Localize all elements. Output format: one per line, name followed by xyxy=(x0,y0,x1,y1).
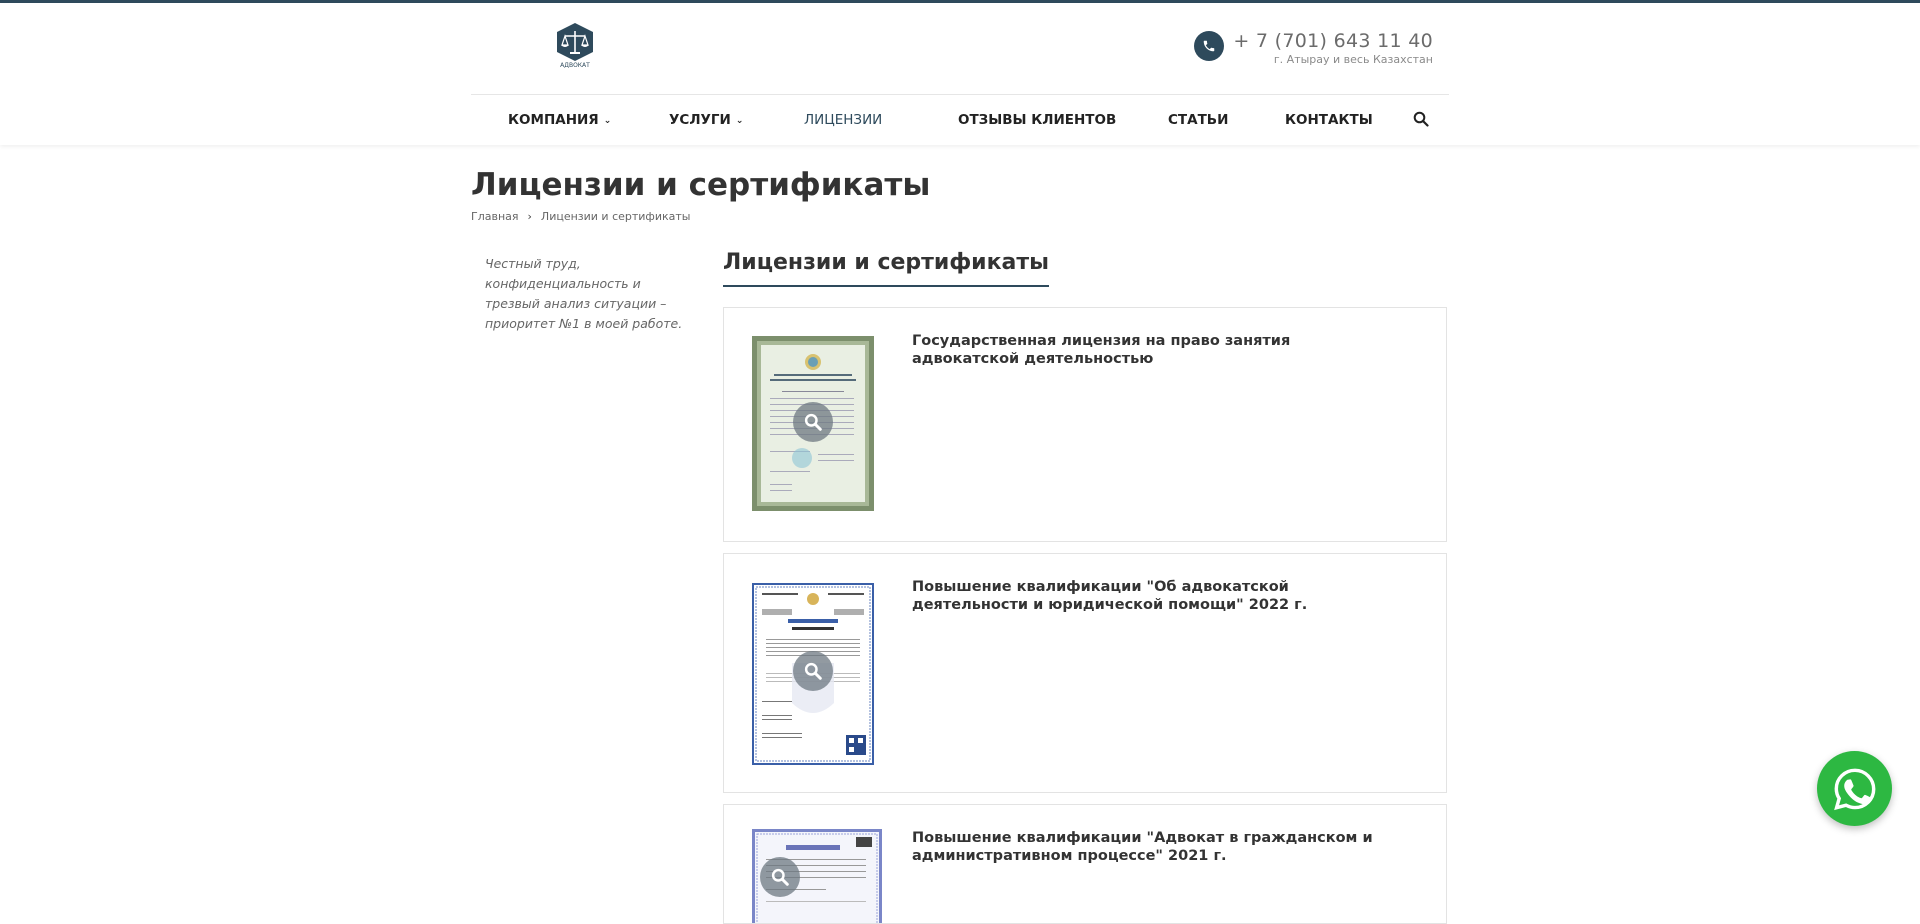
page-title: Лицензии и сертификаты xyxy=(471,167,931,203)
chevron-down-icon: ⌄ xyxy=(603,116,612,126)
site-logo[interactable]: АДВОКАТ xyxy=(551,21,599,69)
logo-text: АДВОКАТ xyxy=(560,62,590,69)
nav-item-articles[interactable]: СТАТЬИ xyxy=(1168,95,1228,145)
zoom-icon[interactable] xyxy=(793,651,833,691)
nav-label-reviews: ОТЗЫВЫ КЛИЕНТОВ xyxy=(958,112,1117,128)
zoom-icon[interactable] xyxy=(760,857,800,897)
search-icon[interactable] xyxy=(1413,111,1431,129)
nav-label-contacts: КОНТАКТЫ xyxy=(1285,112,1373,128)
certificate-card: Повышение квалификации "Адвокат в гражда… xyxy=(723,804,1447,924)
site-header: АДВОКАТ + 7 (701) 643 11 40 г. Атырау и … xyxy=(0,3,1920,145)
nav-item-licenses[interactable]: ЛИЦЕНЗИИ xyxy=(804,95,882,145)
license-card: Государственная лицензия на право заняти… xyxy=(723,307,1447,542)
main-nav: КОМПАНИЯ ⌄ УСЛУГИ ⌄ ЛИЦЕНЗИИ ОТЗЫВЫ КЛИЕНТ… xyxy=(471,94,1449,145)
certificate-card: Повышение квалификации "Об адвокатской д… xyxy=(723,553,1447,793)
nav-item-contacts[interactable]: КОНТАКТЫ xyxy=(1285,95,1373,145)
header-container: АДВОКАТ + 7 (701) 643 11 40 г. Атырау и … xyxy=(471,3,1449,145)
sidebar-motto: Честный труд, конфиденциальность и трезв… xyxy=(485,256,683,331)
nav-item-services[interactable]: УСЛУГИ ⌄ xyxy=(669,95,743,145)
whatsapp-icon[interactable] xyxy=(1817,751,1892,826)
phone-icon[interactable] xyxy=(1194,31,1225,61)
nav-label-licenses: ЛИЦЕНЗИИ xyxy=(804,112,883,128)
nav-item-company[interactable]: КОМПАНИЯ ⌄ xyxy=(508,95,611,145)
nav-label-company: КОМПАНИЯ xyxy=(508,112,599,128)
phone-text: + 7 (701) 643 11 40 г. Атырау и весь Каз… xyxy=(1233,31,1433,67)
zoom-icon[interactable] xyxy=(793,402,833,442)
nav-item-reviews[interactable]: ОТЗЫВЫ КЛИЕНТОВ xyxy=(958,95,1116,145)
phone-number[interactable]: + 7 (701) 643 11 40 xyxy=(1233,31,1433,51)
phone-city: г. Атырау и весь Казахстан xyxy=(1273,53,1433,66)
section-title: Лицензии и сертификаты xyxy=(723,248,1050,287)
nav-label-articles: СТАТЬИ xyxy=(1168,112,1229,128)
certificate-card-title[interactable]: Повышение квалификации "Адвокат в гражда… xyxy=(912,829,1382,865)
breadcrumb-current: Лицензии и сертификаты xyxy=(540,210,691,223)
nav-label-services: УСЛУГИ xyxy=(669,112,731,128)
chevron-down-icon: ⌄ xyxy=(735,116,744,126)
phone-block: + 7 (701) 643 11 40 г. Атырау и весь Каз… xyxy=(1194,31,1433,67)
breadcrumb-home-link[interactable]: Главная xyxy=(471,210,519,223)
logo-scales-icon: АДВОКАТ xyxy=(557,23,593,69)
certificate-card-title[interactable]: Повышение квалификации "Об адвокатской д… xyxy=(912,578,1382,614)
license-card-title[interactable]: Государственная лицензия на право заняти… xyxy=(912,332,1382,368)
breadcrumb: Главная › Лицензии и сертификаты xyxy=(471,210,690,223)
breadcrumb-chevron-icon: › xyxy=(527,210,532,223)
